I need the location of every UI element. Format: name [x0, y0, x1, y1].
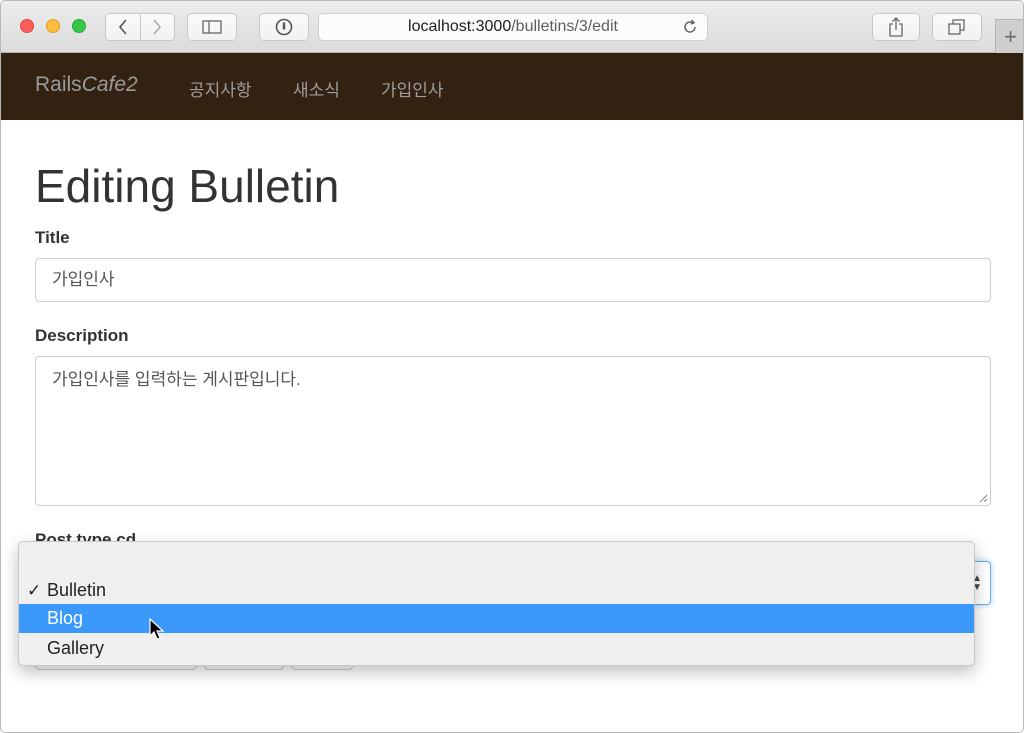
resize-grip-icon[interactable] — [978, 493, 988, 503]
back-button[interactable] — [106, 14, 140, 40]
zoom-window-button[interactable] — [72, 19, 86, 33]
option-label: Gallery — [47, 638, 105, 658]
option-bulletin[interactable]: ✓ Bulletin — [19, 576, 974, 605]
page-title: Editing Bulletin — [35, 160, 340, 212]
browser-window: localhost:3000/bulletins/3/edit + RailsC… — [0, 0, 1024, 733]
share-button[interactable] — [872, 13, 920, 41]
sidebar-icon — [202, 20, 222, 34]
option-label: Bulletin — [47, 580, 107, 600]
close-window-button[interactable] — [20, 19, 34, 33]
password-button[interactable] — [259, 13, 309, 41]
plus-icon: + — [1004, 23, 1017, 49]
checkmark-icon: ✓ — [27, 581, 42, 600]
forward-button[interactable] — [139, 14, 175, 40]
address-bar[interactable]: localhost:3000/bulletins/3/edit — [318, 13, 708, 41]
description-label: Description — [35, 326, 129, 345]
brand-italic: Cafe2 — [81, 73, 138, 96]
chevron-left-icon — [118, 19, 127, 35]
site-navbar: RailsCafe2 공지사항 새소식 가입인사 — [1, 53, 1023, 120]
keyhole-icon — [275, 18, 293, 36]
title-label: Title — [35, 228, 70, 247]
chevron-right-icon — [153, 19, 162, 35]
site-brand[interactable]: RailsCafe2 — [35, 73, 138, 97]
nav-link-greetings[interactable]: 가입인사 — [381, 76, 444, 101]
url-path: /bulletins/3/edit — [511, 18, 618, 35]
tabs-icon — [948, 19, 965, 35]
mouse-pointer-icon — [149, 618, 165, 640]
browser-toolbar: localhost:3000/bulletins/3/edit + — [1, 1, 1023, 53]
new-tab-button[interactable]: + — [995, 19, 1023, 53]
description-text: 가입인사를 입력하는 게시판입니다. — [52, 370, 301, 389]
option-label: Blog — [47, 608, 84, 628]
nav-link-notices[interactable]: 공지사항 — [189, 76, 252, 101]
share-icon — [889, 17, 903, 37]
url-host: localhost:3000 — [408, 18, 512, 35]
reload-icon[interactable] — [681, 18, 699, 36]
post-type-dropdown-menu: ✓ Bulletin Blog Gallery — [18, 541, 975, 666]
brand-plain: Rails — [35, 73, 82, 96]
history-nav — [105, 13, 175, 41]
nav-link-news[interactable]: 새소식 — [293, 76, 340, 101]
sidebar-button[interactable] — [187, 13, 237, 41]
title-field[interactable]: 가입인사 — [35, 258, 991, 302]
tabs-overview-button[interactable] — [932, 13, 982, 41]
description-field[interactable]: 가입인사를 입력하는 게시판입니다. — [35, 356, 991, 506]
minimize-window-button[interactable] — [46, 19, 60, 33]
